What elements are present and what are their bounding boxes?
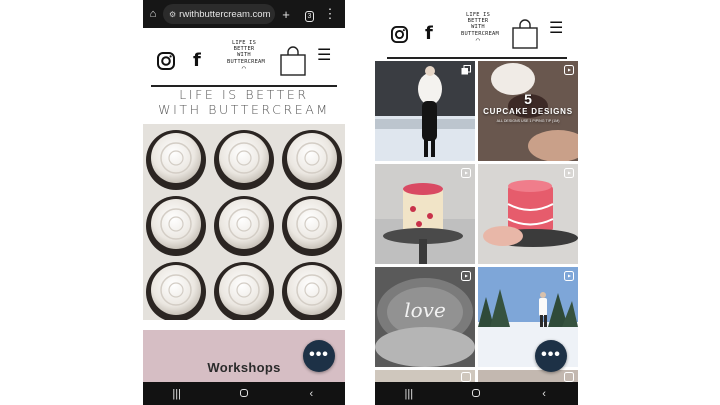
more-vert-icon[interactable]: ⋮ (319, 6, 341, 22)
back-icon[interactable]: ‹ (291, 388, 331, 400)
cupcake (214, 262, 274, 320)
svg-text:love: love (404, 298, 446, 322)
more-options-button[interactable]: ••• (303, 340, 335, 372)
instagram-icon[interactable] (391, 26, 408, 43)
home-button[interactable] (224, 388, 264, 400)
pink-vintage-cake-photo[interactable] (478, 164, 578, 264)
android-nav-bar: ||| ‹ (143, 382, 345, 405)
reel-icon (461, 271, 471, 281)
tab-count: 3 (304, 11, 315, 22)
site-logo[interactable]: LIFE IS BETTER WITH BUTTERCREAM ⌒ (227, 40, 265, 72)
hamburger-icon[interactable]: ☰ (317, 48, 331, 64)
love-cake-photo[interactable]: love (375, 267, 475, 367)
logo-mark: ⌒ (241, 63, 247, 72)
home-icon[interactable]: ⌂ (143, 8, 163, 20)
site-header: f LIFE IS BETTER WITH BUTTERCREAM ⌒ ☰ (375, 8, 578, 58)
android-nav-bar: ||| ‹ (375, 382, 578, 405)
tune-icon[interactable]: ⚙ (169, 10, 176, 19)
site-header: f LIFE IS BETTER WITH BUTTERCREAM ⌒ ☰ (143, 36, 345, 84)
cupcake (146, 196, 206, 256)
home-icon (239, 388, 248, 397)
plus-icon[interactable]: + (275, 7, 297, 22)
feed-tile[interactable] (375, 370, 475, 382)
home-button[interactable] (456, 388, 496, 400)
logo-line: LIFE IS (231, 40, 257, 46)
cupcake (146, 130, 206, 190)
tile-subtitle: ALL DESIGNS USE 1 PIPING TIP (1M) (496, 119, 560, 123)
shopping-bag-icon[interactable] (512, 19, 538, 49)
woman-in-snow-photo[interactable] (375, 61, 475, 161)
logo-mark: ⌒ (475, 35, 481, 44)
tile-number: 5 (524, 91, 532, 107)
more-options-button[interactable]: ••• (535, 340, 567, 372)
facebook-icon[interactable]: f (425, 23, 433, 44)
reel-icon (461, 168, 471, 178)
recent-apps-icon[interactable]: ||| (389, 388, 429, 400)
reel-icon (564, 372, 574, 382)
cupcake (214, 130, 274, 190)
left-phone-screen: ⌂ ⚙ rwithbuttercream.com + 3 ⋮ f LIFE IS… (143, 0, 345, 405)
browser-toolbar: ⌂ ⚙ rwithbuttercream.com + 3 ⋮ (143, 0, 345, 28)
reel-icon (564, 65, 574, 75)
divider (387, 57, 567, 59)
hamburger-icon[interactable]: ☰ (549, 21, 563, 37)
reel-icon (461, 372, 471, 382)
cupcake (146, 262, 206, 320)
right-phone-screen: f LIFE IS BETTER WITH BUTTERCREAM ⌒ ☰ 5 … (375, 0, 578, 405)
tab-switcher-button[interactable]: 3 (297, 6, 319, 22)
site-logo[interactable]: LIFE IS BETTER WITH BUTTERCREAM ⌒ (461, 12, 499, 44)
back-icon[interactable]: ‹ (524, 388, 564, 400)
recent-apps-icon[interactable]: ||| (157, 388, 197, 400)
tile-title: CUPCAKE DESIGNS (483, 107, 573, 116)
facebook-icon[interactable]: f (193, 50, 201, 71)
url-text: rwithbuttercream.com (179, 8, 271, 20)
address-bar[interactable]: ⚙ rwithbuttercream.com (163, 4, 275, 24)
cupcake (282, 196, 342, 256)
heart-cake-photo[interactable] (375, 164, 475, 264)
logo-line: LIFE IS (465, 12, 491, 18)
cupcake (282, 262, 342, 320)
feed-tile[interactable] (478, 370, 578, 382)
shopping-bag-icon[interactable] (280, 46, 306, 76)
banner-title-line-1: LIFE IS BETTER (179, 87, 309, 102)
cupcake (282, 130, 342, 190)
reel-icon (564, 271, 574, 281)
logo-line: BETTER WITH (467, 18, 489, 31)
logo-line: BETTER WITH (233, 46, 255, 59)
reel-icon (564, 168, 574, 178)
cupcake-designs-tile[interactable]: 5 CUPCAKE DESIGNS ALL DESIGNS USE 1 PIPI… (478, 61, 578, 161)
cupcake (214, 196, 274, 256)
cupcakes-photo (143, 124, 345, 320)
carousel-icon (461, 65, 471, 75)
instagram-icon[interactable] (157, 52, 175, 70)
banner-title-line-2: WITH BUTTERCREAM (158, 102, 330, 117)
home-icon (472, 388, 481, 397)
